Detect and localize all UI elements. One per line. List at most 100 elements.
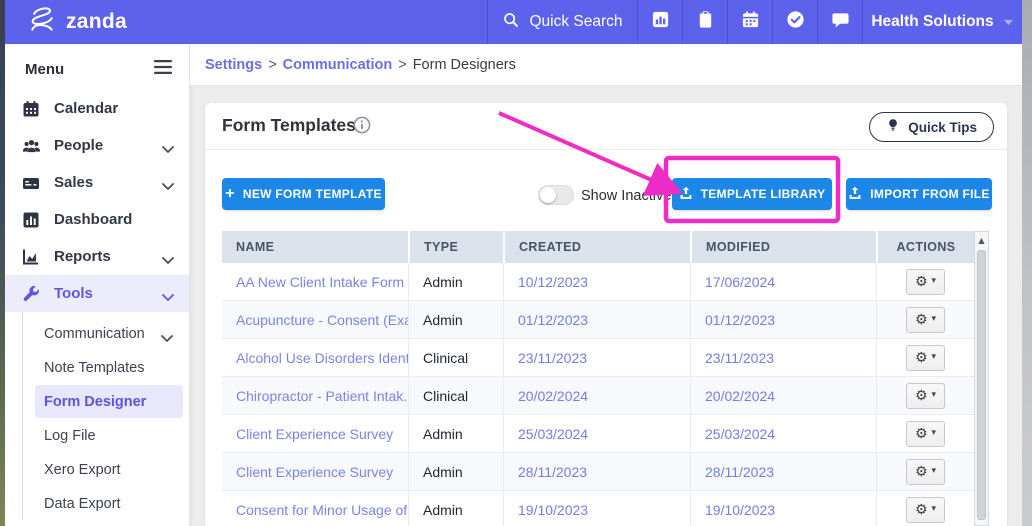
show-inactive-toggle[interactable] <box>538 185 574 205</box>
row-actions-button[interactable]: ⚙ ▾ <box>905 344 946 371</box>
stats-button[interactable] <box>637 0 682 44</box>
template-library-button[interactable]: TEMPLATE LIBRARY <box>672 178 832 210</box>
page-title: Form Templates <box>222 115 356 135</box>
form-type: Admin <box>408 453 503 490</box>
form-name-link[interactable]: Client Experience Survey <box>222 453 408 490</box>
show-inactive-label: Show Inactive <box>581 188 672 204</box>
created-date-link[interactable]: 28/11/2023 <box>503 453 690 490</box>
chevron-down-icon <box>1003 13 1014 31</box>
account-name: Health Solutions <box>871 13 994 30</box>
table-scrollbar[interactable]: ▲ <box>974 231 989 526</box>
submenu-item-label: Data Export <box>44 495 121 512</box>
notes-button[interactable] <box>682 0 727 44</box>
sidebar-item-label: Reports <box>54 248 111 265</box>
new-form-template-button[interactable]: + NEW FORM TEMPLATE <box>222 178 385 210</box>
sales-icon <box>22 173 41 192</box>
column-header-created[interactable]: CREATED <box>503 231 690 263</box>
submenu-item-note-templates[interactable]: Note Templates <box>35 351 183 384</box>
zanda-squiggle-icon <box>27 5 57 40</box>
sidebar-item-calendar[interactable]: Calendar <box>5 90 189 127</box>
created-date-link[interactable]: 25/03/2024 <box>503 415 690 452</box>
form-name-link[interactable]: Alcohol Use Disorders Ident... <box>222 339 408 376</box>
calendar-button[interactable] <box>727 0 772 44</box>
column-header-modified[interactable]: MODIFIED <box>690 231 876 263</box>
quick-search-button[interactable]: Quick Search <box>487 0 637 44</box>
table-row: Acupuncture - Consent (Exa... Admin 01/1… <box>222 301 989 339</box>
brand-logo[interactable]: zanda <box>5 0 127 44</box>
row-actions-button[interactable]: ⚙ ▾ <box>905 496 946 523</box>
tools-submenu: Communication Note Templates Form Design… <box>22 312 189 520</box>
modified-date-link[interactable]: 23/11/2023 <box>690 339 876 376</box>
gear-icon: ⚙ <box>914 311 928 328</box>
modified-date-link[interactable]: 20/02/2024 <box>690 377 876 414</box>
table-row: Chiropractor - Patient Intak... Clinical… <box>222 377 989 415</box>
caret-down-icon: ▾ <box>931 428 937 438</box>
modified-date-link[interactable]: 01/12/2023 <box>690 301 876 338</box>
sidebar-item-label: Tools <box>54 285 93 302</box>
breadcrumb-link-communication[interactable]: Communication <box>283 57 393 73</box>
created-date-link[interactable]: 10/12/2023 <box>503 263 690 300</box>
info-icon[interactable] <box>353 116 371 139</box>
calendar-icon <box>741 10 760 34</box>
breadcrumb-link-settings[interactable]: Settings <box>205 57 262 73</box>
submenu-item-form-designer[interactable]: Form Designer <box>35 385 183 418</box>
sidebar-item-reports[interactable]: Reports <box>5 238 189 275</box>
sidebar-item-label: Calendar <box>54 100 119 117</box>
column-header-type[interactable]: TYPE <box>408 231 503 263</box>
breadcrumb: Settings > Communication > Form Designer… <box>190 44 1022 86</box>
modified-date-link[interactable]: 17/06/2024 <box>690 263 876 300</box>
row-actions-button[interactable]: ⚙ ▾ <box>905 382 946 409</box>
row-actions-button[interactable]: ⚙ ▾ <box>905 306 946 333</box>
row-actions-button[interactable]: ⚙ ▾ <box>905 420 946 447</box>
form-name-link[interactable]: AA New Client Intake Form <box>222 263 408 300</box>
modified-date-link[interactable]: 25/03/2024 <box>690 415 876 452</box>
sidebar-item-tools[interactable]: Tools <box>5 275 189 312</box>
submenu-item-log-file[interactable]: Log File <box>35 419 183 452</box>
form-type: Admin <box>408 491 503 526</box>
submenu-item-xero-export[interactable]: Xero Export <box>35 453 183 486</box>
toggle-knob <box>540 187 556 203</box>
created-date-link[interactable]: 01/12/2023 <box>503 301 690 338</box>
created-date-link[interactable]: 20/02/2024 <box>503 377 690 414</box>
gear-icon: ⚙ <box>914 273 928 290</box>
sidebar-item-sales[interactable]: Sales <box>5 164 189 201</box>
form-name-link[interactable]: Acupuncture - Consent (Exa... <box>222 301 408 338</box>
caret-down-icon: ▾ <box>931 352 937 362</box>
new-form-template-label: NEW FORM TEMPLATE <box>242 187 382 201</box>
row-actions-button[interactable]: ⚙ ▾ <box>905 268 946 295</box>
form-type: Clinical <box>408 377 503 414</box>
submenu-item-data-export[interactable]: Data Export <box>35 487 183 520</box>
account-menu[interactable]: Health Solutions <box>862 0 1022 44</box>
form-type: Admin <box>408 263 503 300</box>
messages-button[interactable] <box>817 0 862 44</box>
quick-tips-button[interactable]: Quick Tips <box>869 112 994 142</box>
app-window: zanda Quick Search Health Solutions Menu… <box>0 0 1032 526</box>
brand-name: zanda <box>66 10 128 33</box>
table-header-row: NAME TYPE CREATED MODIFIED ACTIONS <box>222 231 989 263</box>
form-templates-table: NAME TYPE CREATED MODIFIED ACTIONS AA Ne… <box>222 231 989 526</box>
check-circle-icon <box>786 10 805 34</box>
sidebar-item-dashboard[interactable]: Dashboard <box>5 201 189 238</box>
lightbulb-icon <box>886 118 900 136</box>
form-name-link[interactable]: Chiropractor - Patient Intak... <box>222 377 408 414</box>
row-actions-button[interactable]: ⚙ ▾ <box>905 458 946 485</box>
created-date-link[interactable]: 19/10/2023 <box>503 491 690 526</box>
chevron-down-icon <box>162 251 174 269</box>
hamburger-icon[interactable] <box>153 59 173 80</box>
form-name-link[interactable]: Consent for Minor Usage of... <box>222 491 408 526</box>
submenu-item-communication[interactable]: Communication <box>35 317 183 350</box>
scrollbar-thumb[interactable] <box>977 250 986 520</box>
sidebar-item-people[interactable]: People <box>5 127 189 164</box>
scroll-up-arrow-icon[interactable]: ▲ <box>975 232 988 248</box>
created-date-link[interactable]: 23/11/2023 <box>503 339 690 376</box>
modified-date-link[interactable]: 19/10/2023 <box>690 491 876 526</box>
tasks-button[interactable] <box>772 0 817 44</box>
import-from-file-button[interactable]: IMPORT FROM FILE <box>846 178 992 210</box>
sidebar-item-label: Sales <box>54 174 94 191</box>
column-header-name[interactable]: NAME <box>222 231 408 263</box>
chevron-down-icon <box>161 330 173 346</box>
form-name-link[interactable]: Client Experience Survey <box>222 415 408 452</box>
modified-date-link[interactable]: 28/11/2023 <box>690 453 876 490</box>
quick-tips-label: Quick Tips <box>908 119 977 135</box>
gear-icon: ⚙ <box>914 463 928 480</box>
